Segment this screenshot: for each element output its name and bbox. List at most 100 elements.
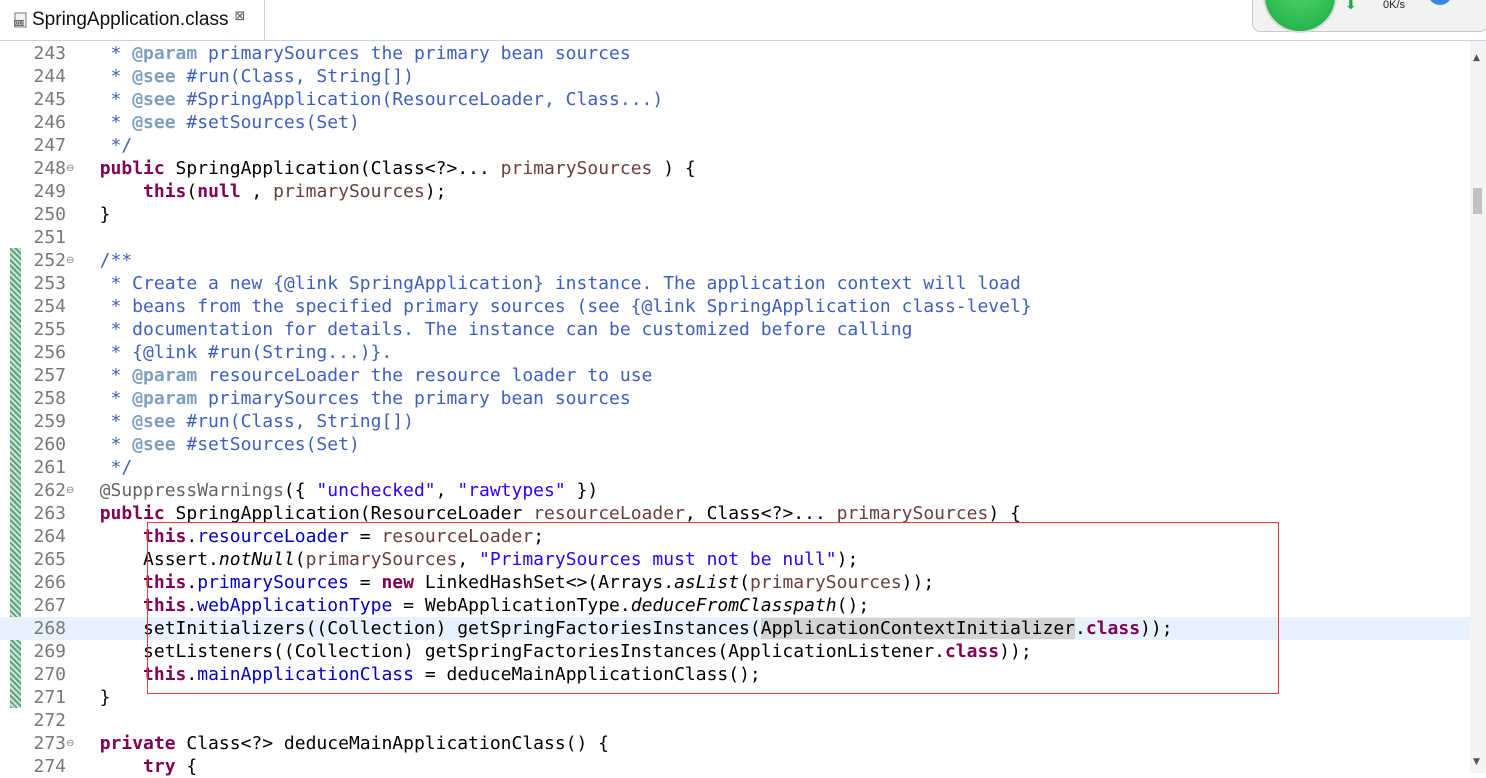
line-number: 251 bbox=[33, 227, 66, 248]
code-token: #setSources(Set) bbox=[175, 434, 360, 455]
code-token: #SpringApplication(ResourceLoader, Class… bbox=[175, 89, 664, 110]
code-token: */ bbox=[78, 457, 133, 478]
code-line[interactable]: 250 } bbox=[0, 203, 1470, 226]
fold-collapse-icon[interactable]: ⊖ bbox=[66, 249, 74, 272]
code-line[interactable]: 248 ⊖ public SpringApplication(Class<?>..… bbox=[0, 157, 1470, 180]
status-circle-icon[interactable] bbox=[1428, 0, 1452, 5]
code-line[interactable]: 253 * Create a new {@link SpringApplicat… bbox=[0, 272, 1470, 295]
accelerate-button[interactable] bbox=[1263, 0, 1337, 33]
code-token: } bbox=[78, 687, 111, 708]
code-token: * bbox=[78, 66, 133, 87]
line-number: 273 bbox=[33, 733, 66, 754]
code-token: ) { bbox=[652, 158, 696, 179]
code-token: , Class<?>... bbox=[684, 503, 837, 524]
line-number: 274 bbox=[33, 756, 66, 777]
code-token: this bbox=[143, 181, 187, 202]
line-number: 262 bbox=[33, 480, 66, 501]
line-number: 255 bbox=[33, 319, 66, 340]
code-line[interactable]: 249 this(null , primarySources); bbox=[0, 180, 1470, 203]
code-token: @see bbox=[132, 112, 176, 133]
code-text: */ bbox=[78, 456, 133, 479]
code-text: @SuppressWarnings({ "unchecked", "rawtyp… bbox=[78, 479, 599, 502]
code-text: * Create a new {@link SpringApplication}… bbox=[78, 272, 1021, 295]
code-line[interactable]: 247 */ bbox=[0, 134, 1470, 157]
code-token: @SuppressWarnings bbox=[78, 480, 284, 501]
line-number: 247 bbox=[33, 135, 66, 156]
code-line[interactable]: 272 bbox=[0, 709, 1470, 732]
vertical-scrollbar[interactable]: ▲ ▼ bbox=[1470, 41, 1486, 773]
code-text: */ bbox=[78, 134, 133, 157]
code-token: "unchecked" bbox=[316, 480, 436, 501]
code-text: this(null , primarySources); bbox=[78, 180, 446, 203]
code-token: * bbox=[78, 411, 133, 432]
line-number: 253 bbox=[33, 273, 66, 294]
code-line[interactable]: 256 * {@link #run(String...)}. bbox=[0, 341, 1470, 364]
scroll-down-icon[interactable]: ▼ bbox=[1473, 757, 1480, 767]
editor-tab-bar: 010 SpringApplication.class ⊠ ⬇ 0K/s bbox=[0, 0, 1486, 41]
code-token: ) { bbox=[988, 503, 1021, 524]
line-number: 246 bbox=[33, 112, 66, 133]
code-token: @see bbox=[132, 411, 176, 432]
code-line[interactable]: 255 * documentation for details. The ins… bbox=[0, 318, 1470, 341]
code-token: /** bbox=[78, 250, 133, 271]
code-token: resourceLoader bbox=[533, 503, 685, 524]
code-line[interactable]: 245 * @see #SpringApplication(ResourceLo… bbox=[0, 88, 1470, 111]
code-text: * @see #run(Class, String[]) bbox=[78, 65, 414, 88]
code-token: ({ bbox=[283, 480, 317, 501]
code-text: private Class<?> deduceMainApplicationCl… bbox=[78, 732, 609, 755]
code-line[interactable]: 254 * beans from the specified primary s… bbox=[0, 295, 1470, 318]
code-token: private bbox=[99, 733, 176, 754]
code-line[interactable]: 243 * @param primarySources the primary … bbox=[0, 42, 1470, 65]
code-token: * bbox=[78, 43, 133, 64]
code-token: @param bbox=[132, 365, 198, 386]
code-line[interactable]: 251 bbox=[0, 226, 1470, 249]
code-text: * @see #run(Class, String[]) bbox=[78, 410, 414, 433]
code-line[interactable]: 262 ⊖ @SuppressWarnings({ "unchecked", "r… bbox=[0, 479, 1470, 502]
line-number: 252 bbox=[33, 250, 66, 271]
tab-label: SpringApplication.class bbox=[32, 9, 229, 30]
fold-collapse-icon[interactable]: ⊖ bbox=[66, 157, 74, 180]
code-line[interactable]: 261 */ bbox=[0, 456, 1470, 479]
fold-collapse-icon[interactable]: ⊖ bbox=[66, 479, 74, 502]
code-line[interactable]: 273 ⊖ private Class<?> deduceMainApplicat… bbox=[0, 732, 1470, 755]
code-line[interactable]: 257 * @param resourceLoader the resource… bbox=[0, 364, 1470, 387]
code-line[interactable]: 259 * @see #run(Class, String[]) bbox=[0, 410, 1470, 433]
code-line[interactable]: 274 try { bbox=[0, 755, 1470, 778]
line-number: 259 bbox=[33, 411, 66, 432]
code-token: resourceLoader the resource loader to us… bbox=[197, 365, 653, 386]
code-token: */ bbox=[78, 135, 133, 156]
code-token: * {@link #run(String...)}. bbox=[78, 342, 393, 363]
code-line[interactable]: 246 * @see #setSources(Set) bbox=[0, 111, 1470, 134]
code-token: public bbox=[99, 503, 165, 524]
line-number: 249 bbox=[33, 181, 66, 202]
line-number: 269 bbox=[33, 641, 66, 662]
line-number: 256 bbox=[33, 342, 66, 363]
code-token: @param bbox=[132, 43, 198, 64]
code-line[interactable]: 260 * @see #setSources(Set) bbox=[0, 433, 1470, 456]
code-line[interactable]: 244 * @see #run(Class, String[]) bbox=[0, 65, 1470, 88]
code-text: * @param primarySources the primary bean… bbox=[78, 42, 631, 65]
code-token: primarySources the primary bean sources bbox=[197, 388, 631, 409]
code-line[interactable]: 258 * @param primarySources the primary … bbox=[0, 387, 1470, 410]
line-number: 266 bbox=[33, 572, 66, 593]
scroll-thumb[interactable] bbox=[1473, 188, 1482, 214]
code-text: * @see #setSources(Set) bbox=[78, 111, 360, 134]
scroll-up-icon[interactable]: ▲ bbox=[1473, 53, 1480, 63]
network-speed-readout: 0K/s bbox=[1383, 0, 1406, 11]
code-token: * beans from the specified primary sourc… bbox=[78, 296, 1032, 317]
fold-collapse-icon[interactable]: ⊖ bbox=[66, 732, 74, 755]
code-line[interactable]: 252 ⊖ /** bbox=[0, 249, 1470, 272]
code-token: * bbox=[78, 365, 133, 386]
code-text: * @param primarySources the primary bean… bbox=[78, 387, 631, 410]
tab-springapplication-class[interactable]: 010 SpringApplication.class ⊠ bbox=[0, 0, 265, 40]
close-icon[interactable]: ⊠ bbox=[234, 9, 245, 24]
code-token: , bbox=[240, 181, 274, 202]
code-token: } bbox=[78, 204, 111, 225]
code-text: * beans from the specified primary sourc… bbox=[78, 295, 1032, 318]
code-token: * Create a new {@link SpringApplication}… bbox=[78, 273, 1021, 294]
